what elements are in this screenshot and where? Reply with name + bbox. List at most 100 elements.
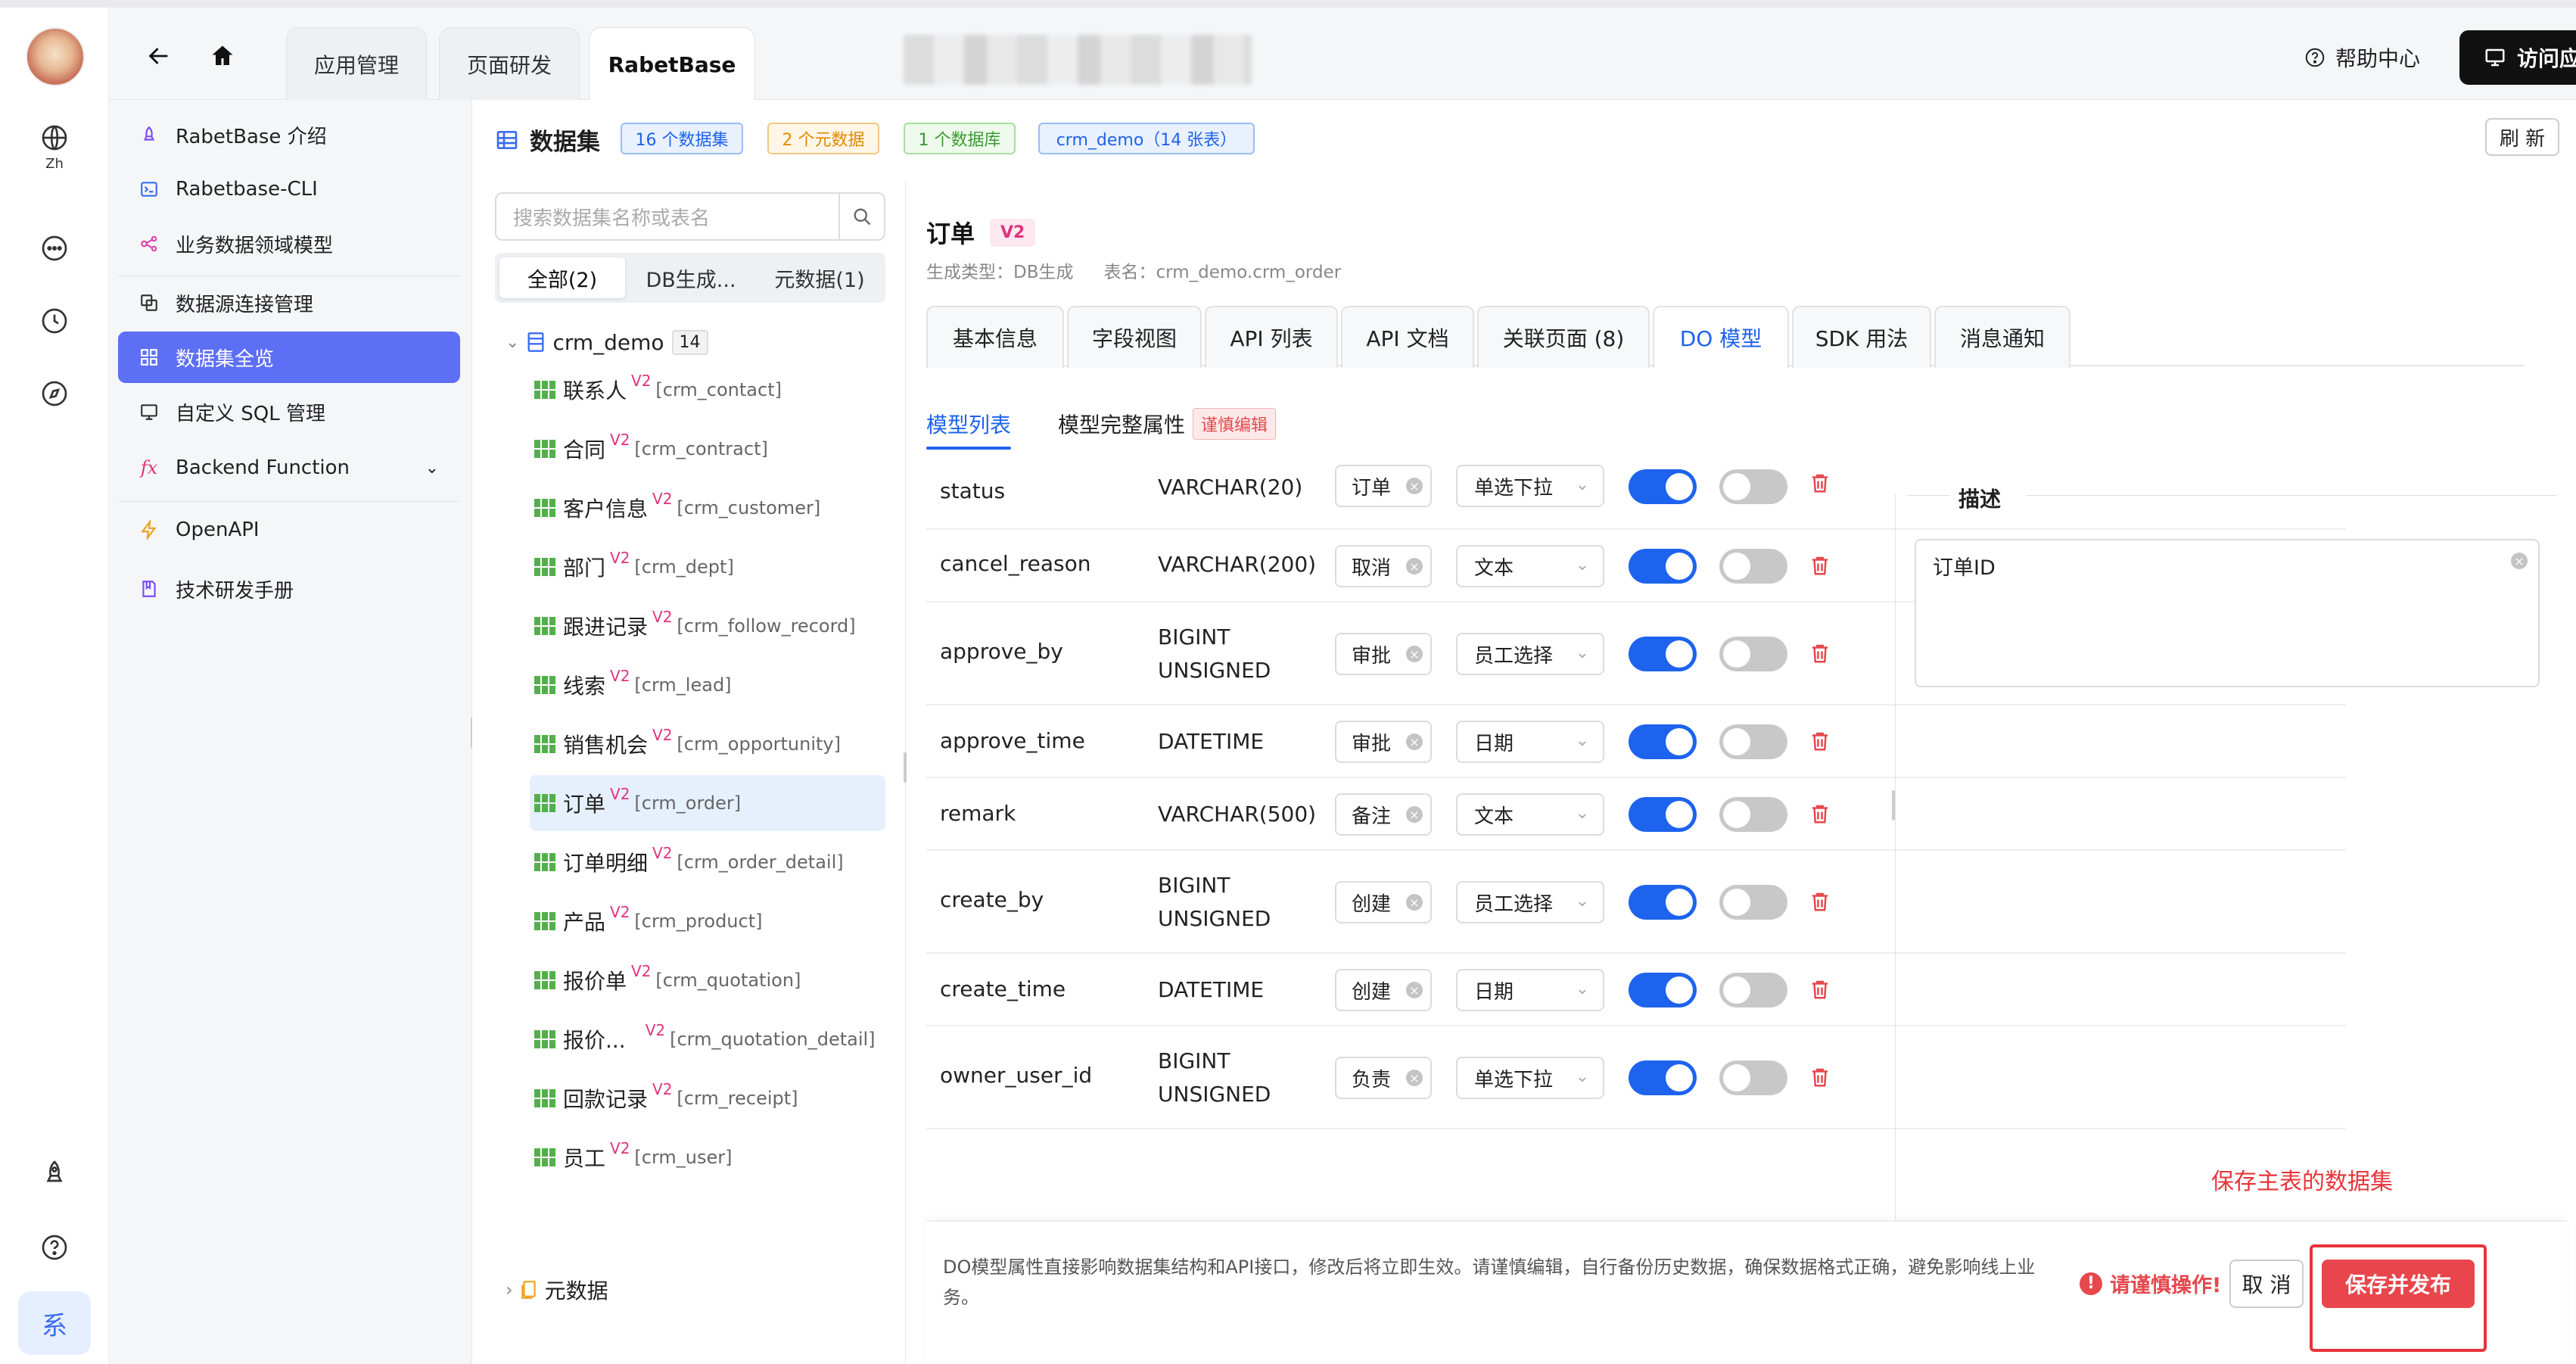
tree-item[interactable]: 回款记录 V2 [crm_receipt] <box>530 1070 885 1126</box>
sidebar-item-backend-function[interactable]: fx Backend Function ⌄ <box>118 442 460 494</box>
language-label[interactable]: Zh <box>0 156 109 172</box>
required-toggle[interactable] <box>1719 469 1787 504</box>
tab-related-pages[interactable]: 关联页面 (8) <box>1477 306 1650 368</box>
delete-icon[interactable] <box>1809 802 1831 826</box>
table-row[interactable]: status VARCHAR(20) 订单 × 单选下拉 ⌄ <box>926 465 2346 530</box>
tab-sdk-usage[interactable]: SDK 用法 <box>1792 306 1931 368</box>
field-desc-input[interactable]: 创建 × <box>1335 881 1432 923</box>
clear-icon[interactable]: × <box>1406 1070 1423 1086</box>
tab-page-development[interactable]: 页面研发 <box>439 27 580 100</box>
required-toggle[interactable] <box>1719 1060 1787 1095</box>
required-toggle[interactable] <box>1719 973 1787 1007</box>
rocket-icon[interactable] <box>38 1157 71 1190</box>
tab-notifications[interactable]: 消息通知 <box>1934 306 2070 368</box>
chat-icon[interactable] <box>38 232 71 265</box>
table-row[interactable]: create_by BIGINT UNSIGNED 创建 × 员工选择 ⌄ <box>926 851 2346 954</box>
tree-item[interactable]: 部门 V2 [crm_dept] <box>530 539 885 595</box>
compass-icon[interactable] <box>38 377 71 410</box>
tree-item[interactable]: 报价单 V2 [crm_quotation] <box>530 952 885 1008</box>
required-toggle[interactable] <box>1719 549 1787 584</box>
clear-icon[interactable]: × <box>1406 558 1423 575</box>
tab-api-list[interactable]: API 列表 <box>1205 306 1338 368</box>
widget-select[interactable]: 员工选择 ⌄ <box>1456 633 1604 675</box>
filter-db-generated[interactable]: DB生成... <box>628 257 754 298</box>
search-icon[interactable] <box>838 192 885 241</box>
table-row[interactable]: approve_time DATETIME 审批 × 日期 ⌄ <box>926 705 2346 778</box>
tree-root-metadata[interactable]: › 元数据 <box>506 1275 608 1305</box>
subtab-model-list[interactable]: 模型列表 <box>926 401 1012 450</box>
enabled-toggle[interactable] <box>1629 549 1697 584</box>
field-desc-input[interactable]: 订单 × <box>1335 465 1432 507</box>
tab-api-docs[interactable]: API 文档 <box>1341 306 1474 368</box>
field-desc-input[interactable]: 审批 × <box>1335 721 1432 763</box>
back-icon[interactable] <box>141 38 177 74</box>
help-center-link[interactable]: 帮助中心 <box>2304 42 2420 73</box>
tab-app-management[interactable]: 应用管理 <box>286 27 427 100</box>
sidebar-item-cli[interactable]: Rabetbase-CLI <box>118 163 460 215</box>
tree-item[interactable]: 订单明细 V2 [crm_order_detail] <box>530 834 885 890</box>
enabled-toggle[interactable] <box>1629 1060 1697 1095</box>
delete-icon[interactable] <box>1809 977 1831 1001</box>
table-row[interactable]: remark VARCHAR(500) 备注 × 文本 ⌄ <box>926 778 2346 851</box>
tree-item[interactable]: 员工 V2 [crm_user] <box>530 1129 885 1185</box>
clear-icon[interactable]: × <box>2511 553 2528 569</box>
enabled-toggle[interactable] <box>1629 885 1697 920</box>
widget-select[interactable]: 日期 ⌄ <box>1456 969 1604 1011</box>
tree-item[interactable]: 联系人 V2 [crm_contact] <box>530 362 885 418</box>
refresh-button[interactable]: 刷 新 <box>2485 118 2559 156</box>
enabled-toggle[interactable] <box>1629 797 1697 832</box>
tree-item[interactable]: 客户信息 V2 [crm_customer] <box>530 480 885 536</box>
subtab-full-properties[interactable]: 模型完整属性 谨慎编辑 <box>1058 401 1277 447</box>
tab-do-model[interactable]: DO 模型 <box>1653 306 1789 368</box>
field-desc-input[interactable]: 创建 × <box>1335 969 1432 1011</box>
filter-all[interactable]: 全部(2) <box>499 257 625 298</box>
enabled-toggle[interactable] <box>1629 724 1697 759</box>
filter-metadata[interactable]: 元数据(1) <box>757 257 882 298</box>
globe-icon[interactable] <box>38 121 71 154</box>
required-toggle[interactable] <box>1719 885 1787 920</box>
tree-item[interactable]: 合同 V2 [crm_contract] <box>530 421 885 477</box>
sidebar-item-datasource[interactable]: 数据源连接管理 <box>118 277 460 329</box>
clear-icon[interactable]: × <box>1406 894 1423 911</box>
sidebar-item-openapi[interactable]: OpenAPI <box>118 504 460 556</box>
sidebar-item-manual[interactable]: 技术研发手册 <box>118 563 460 615</box>
sidebar-item-domain-model[interactable]: 业务数据领域模型 <box>118 218 460 269</box>
delete-icon[interactable] <box>1809 889 1831 914</box>
enabled-toggle[interactable] <box>1629 469 1697 504</box>
help-icon[interactable] <box>38 1231 71 1264</box>
sidebar-item-dataset-overview[interactable]: 数据集全览 <box>118 332 460 383</box>
delete-icon[interactable] <box>1809 553 1831 578</box>
resize-handle[interactable] <box>904 752 907 783</box>
avatar[interactable] <box>26 27 85 86</box>
tree-item[interactable]: 线索 V2 [crm_lead] <box>530 657 885 713</box>
tree-item-selected[interactable]: 订单 V2 [crm_order] <box>530 775 885 831</box>
enabled-toggle[interactable] <box>1629 973 1697 1007</box>
clear-icon[interactable]: × <box>1406 982 1423 998</box>
home-icon[interactable] <box>204 38 241 74</box>
widget-select[interactable]: 员工选择 ⌄ <box>1456 881 1604 923</box>
field-desc-input[interactable]: 负责 × <box>1335 1057 1432 1099</box>
required-toggle[interactable] <box>1719 637 1787 671</box>
tree-item[interactable]: 产品 V2 [crm_product] <box>530 893 885 949</box>
widget-select[interactable]: 单选下拉 ⌄ <box>1456 465 1604 507</box>
visit-app-button[interactable]: 访问应用系统 <box>2459 30 2576 85</box>
sidebar-item-custom-sql[interactable]: 自定义 SQL 管理 <box>118 386 460 438</box>
tab-basic-info[interactable]: 基本信息 <box>926 306 1064 368</box>
clear-icon[interactable]: × <box>1406 478 1423 494</box>
tree-item[interactable]: 跟进记录 V2 [crm_follow_record] <box>530 598 885 654</box>
chevron-down-icon[interactable]: ⌄ <box>506 333 519 352</box>
field-desc-input[interactable]: 审批 × <box>1335 633 1432 675</box>
description-textarea[interactable]: 订单ID × <box>1915 539 2540 687</box>
delete-icon[interactable] <box>1809 1065 1831 1089</box>
tree-item[interactable]: 报价... V2 [crm_quotation_detail] <box>530 1011 885 1067</box>
field-desc-input[interactable]: 备注 × <box>1335 793 1432 836</box>
widget-select[interactable]: 日期 ⌄ <box>1456 721 1604 763</box>
tab-field-view[interactable]: 字段视图 <box>1067 306 1202 368</box>
history-icon[interactable] <box>38 304 71 338</box>
widget-select[interactable]: 单选下拉 ⌄ <box>1456 1057 1604 1099</box>
delete-icon[interactable] <box>1809 471 1831 495</box>
clear-icon[interactable]: × <box>1406 646 1423 662</box>
delete-icon[interactable] <box>1809 641 1831 665</box>
required-toggle[interactable] <box>1719 797 1787 832</box>
widget-select[interactable]: 文本 ⌄ <box>1456 545 1604 587</box>
